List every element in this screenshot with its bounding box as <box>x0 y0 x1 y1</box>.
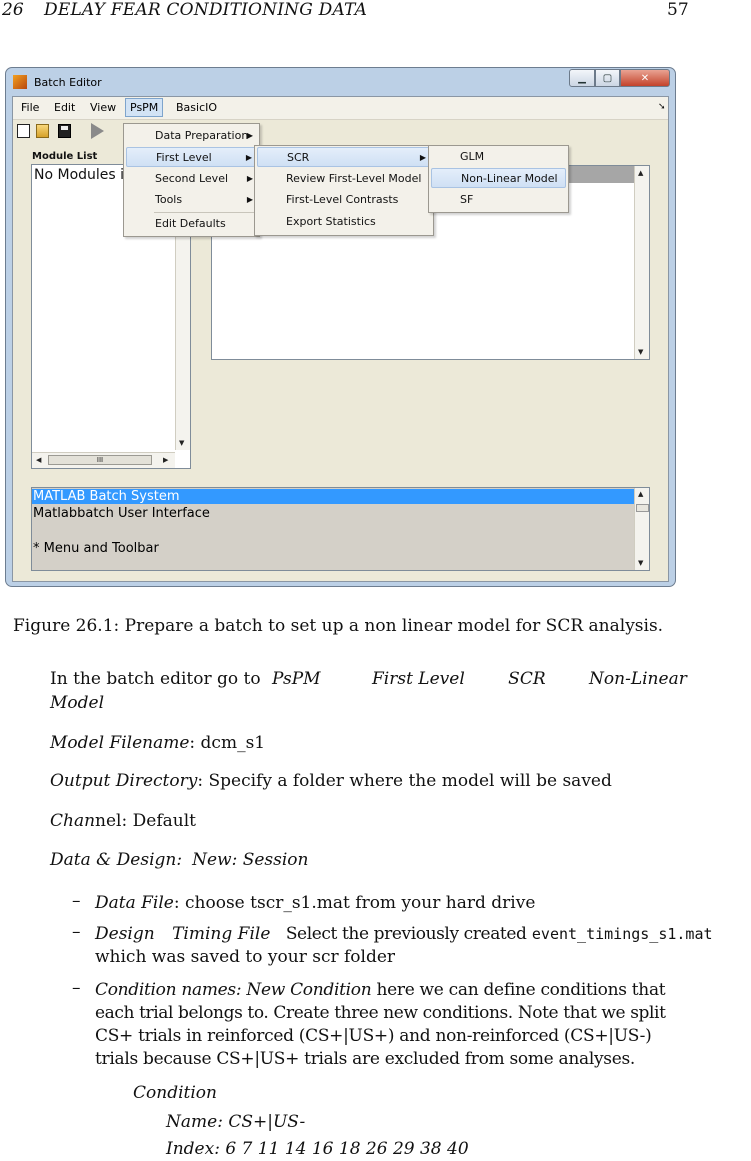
page-number: 57 <box>667 0 689 20</box>
chapter-title: DELAY FEAR CONDITIONING DATA <box>44 0 368 20</box>
menu-basicio[interactable]: BasicIO <box>176 101 217 114</box>
maximize-button[interactable]: ▢ <box>595 69 620 87</box>
batch-editor-window: Batch Editor ▁ ▢ ✕ File Edit View PsPM B… <box>5 67 676 587</box>
menu-item-edit-defaults[interactable]: Edit Defaults <box>126 214 257 234</box>
menu-view[interactable]: View <box>90 101 116 114</box>
channel-line: Channel: Default <box>50 811 196 831</box>
list-bullet: – <box>72 978 81 998</box>
menu-item-first-level[interactable]: First Level ▶ <box>126 147 257 167</box>
page-header: 26 DELAY FEAR CONDITIONING DATA 57 <box>0 0 751 22</box>
submenu-arrow-icon: ▶ <box>246 131 253 140</box>
run-icon[interactable] <box>91 123 104 139</box>
contents-vscroll[interactable]: ▲ ▼ <box>634 166 649 359</box>
condition-text-line: each trial belongs to. Create three new … <box>95 1003 666 1023</box>
first-level-menu: SCR ▶ Review First-Level Model First-Leve… <box>254 145 434 236</box>
pspm-menu: Data Preparation ▶ First Level ▶ Second Le… <box>123 123 260 237</box>
data-file-line: Data File: choose tscr_s1.mat from your … <box>95 893 536 913</box>
menu-separator <box>154 212 257 213</box>
condition-index: Index: 6 7 11 14 16 18 26 29 38 40 <box>166 1139 469 1159</box>
menu-item-review-first-level-model[interactable]: Review First-Level Model <box>257 169 431 189</box>
condition-text-line: CS+ trials in reinforced (CS+|US+) and n… <box>95 1026 652 1046</box>
instruction-line: In the batch editor go to PsPM First Lev… <box>50 669 687 689</box>
submenu-arrow-icon: ▶ <box>419 153 426 162</box>
list-bullet: – <box>72 922 81 942</box>
design-line-cont: which was saved to your scr folder <box>95 947 396 967</box>
menu-item-second-level[interactable]: Second Level ▶ <box>126 169 257 189</box>
close-button[interactable]: ✕ <box>620 69 670 87</box>
help-scroll-thumb[interactable] <box>636 504 649 512</box>
menu-item-export-statistics[interactable]: Export Statistics <box>257 212 431 232</box>
module-list-hscroll[interactable]: ◀ III ▶ <box>32 452 175 468</box>
menu-item-sf[interactable]: SF <box>431 190 566 210</box>
new-file-icon[interactable] <box>17 124 30 138</box>
menu-item-scr[interactable]: SCR ▶ <box>257 147 431 167</box>
menu-item-tools[interactable]: Tools ▶ <box>126 190 257 210</box>
save-icon[interactable] <box>58 124 71 138</box>
window-title: Batch Editor <box>34 76 102 89</box>
scroll-down-icon[interactable]: ▼ <box>638 348 643 356</box>
condition-name: Name: CS+|US- <box>166 1112 306 1132</box>
data-design-line: Data & Design: New: Session <box>50 850 309 870</box>
scroll-down-icon[interactable]: ▼ <box>638 559 643 567</box>
menu-bar: File Edit View PsPM BasicIO ➘ <box>13 97 668 120</box>
module-list-item[interactable]: No Modules i <box>34 167 124 183</box>
menu-pspm[interactable]: PsPM <box>125 98 164 117</box>
submenu-arrow-icon: ▶ <box>245 153 252 162</box>
list-bullet: – <box>72 891 81 911</box>
scroll-up-icon[interactable]: ▲ <box>638 169 643 177</box>
hscroll-thumb[interactable]: III <box>48 455 152 465</box>
matlab-icon <box>13 75 27 89</box>
figure-caption: Figure 26.1: Prepare a batch to set up a… <box>13 616 664 636</box>
help-line-selected[interactable]: MATLAB Batch System <box>32 489 634 504</box>
scroll-left-icon[interactable]: ◀ <box>36 456 41 464</box>
menu-item-first-level-contrasts[interactable]: First-Level Contrasts <box>257 190 431 210</box>
model-filename-line: Model Filename: dcm_s1 <box>50 733 266 753</box>
menu-item-non-linear-model[interactable]: Non-Linear Model <box>431 168 566 188</box>
output-directory-line: Output Directory: Specify a folder where… <box>50 771 612 791</box>
open-folder-icon[interactable] <box>36 124 49 138</box>
condition-text-line: trials because CS+|US+ trials are exclud… <box>95 1049 635 1069</box>
scroll-right-icon[interactable]: ▶ <box>163 456 168 464</box>
toolbar <box>13 120 668 142</box>
menu-overflow-icon[interactable]: ➘ <box>658 102 666 112</box>
module-list-label: Module List <box>32 151 98 162</box>
submenu-arrow-icon: ▶ <box>246 174 253 183</box>
menu-item-glm[interactable]: GLM <box>431 147 566 167</box>
help-line: * Menu and Toolbar <box>33 541 159 556</box>
title-bar: Batch Editor ▁ ▢ ✕ <box>6 68 675 96</box>
help-panel[interactable]: MATLAB Batch System Matlabbatch User Int… <box>31 487 650 571</box>
submenu-arrow-icon: ▶ <box>246 195 253 204</box>
help-vscroll[interactable]: ▲ ▼ <box>634 488 649 570</box>
menu-file[interactable]: File <box>21 101 39 114</box>
scroll-up-icon[interactable]: ▲ <box>638 490 643 498</box>
condition-names-line: Condition names: New Condition here we c… <box>95 980 666 1000</box>
window-controls: ▁ ▢ ✕ <box>569 69 672 88</box>
design-line: Design Timing File Select the previously… <box>95 924 713 944</box>
menu-edit[interactable]: Edit <box>54 101 75 114</box>
minimize-button[interactable]: ▁ <box>569 69 595 87</box>
menu-item-data-preparation[interactable]: Data Preparation ▶ <box>126 126 257 146</box>
scr-menu: GLM Non-Linear Model SF <box>428 145 569 213</box>
help-line: Matlabbatch User Interface <box>33 506 210 521</box>
scroll-down-icon[interactable]: ▼ <box>179 439 184 447</box>
condition-heading: Condition <box>133 1083 217 1103</box>
instruction-line-cont: Model <box>50 693 105 713</box>
chapter-number: 26 <box>2 0 24 20</box>
